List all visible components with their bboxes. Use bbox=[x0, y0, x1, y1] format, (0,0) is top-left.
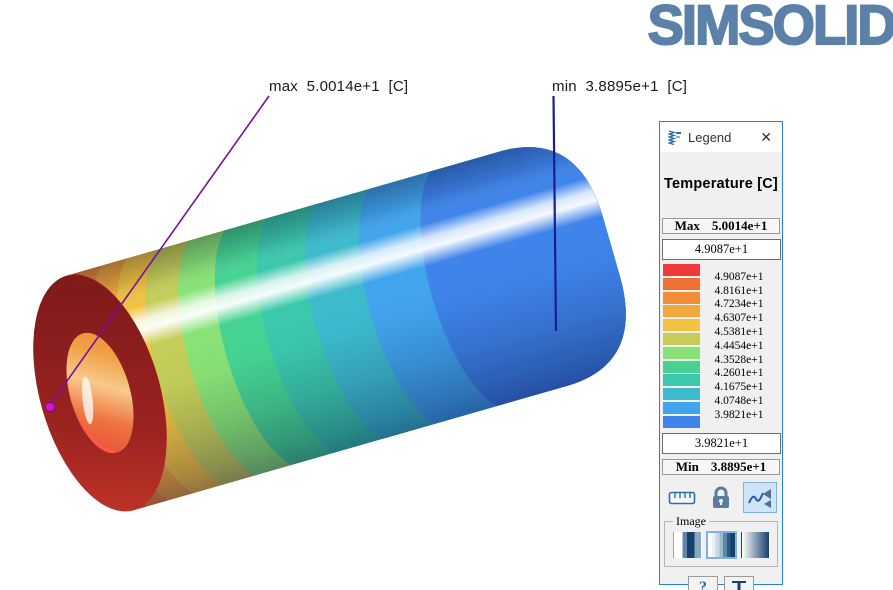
scale-swatch bbox=[663, 292, 700, 304]
ruler-icon bbox=[668, 489, 696, 507]
scale-swatch bbox=[663, 319, 700, 331]
max-annotation: max 5.0014e+1 [C] bbox=[269, 78, 408, 95]
help-label: ? bbox=[699, 579, 707, 590]
legend-color-scale bbox=[663, 264, 700, 430]
scale-swatch bbox=[663, 402, 700, 414]
upper-bound-input[interactable] bbox=[662, 239, 781, 260]
scale-value: 3.9821e+1 bbox=[702, 409, 776, 421]
export-stamp-icon bbox=[729, 579, 749, 590]
legend-panel: Legend ✕ Temperature [C] Max 5.0014e+1 4… bbox=[659, 121, 783, 585]
min-value: 3.8895e+1 bbox=[711, 459, 766, 475]
image-groupbox: Image bbox=[664, 521, 778, 567]
lower-bound-input[interactable] bbox=[662, 433, 781, 454]
legend-titlebar[interactable]: Legend ✕ bbox=[660, 122, 782, 152]
scale-value: 4.5381e+1 bbox=[702, 326, 776, 338]
image-style-discrete-button[interactable] bbox=[673, 532, 702, 558]
scale-swatch bbox=[663, 361, 700, 373]
image-style-banded-button[interactable] bbox=[706, 531, 737, 559]
legend-field-title: Temperature [C] bbox=[660, 176, 782, 192]
scale-value: 4.9087e+1 bbox=[702, 271, 776, 283]
scale-value: 4.0748e+1 bbox=[702, 395, 776, 407]
scale-swatch bbox=[663, 333, 700, 345]
close-icon[interactable]: ✕ bbox=[758, 129, 774, 146]
legend-scale: 4.9087e+1 4.8161e+14.7234e+1 4.6307e+1 4.53… bbox=[662, 264, 780, 428]
scale-swatch bbox=[663, 374, 700, 386]
max-point-marker bbox=[46, 403, 55, 412]
graph-icon bbox=[747, 486, 773, 510]
image-style-smooth-button[interactable] bbox=[741, 532, 770, 558]
graph-button[interactable] bbox=[743, 482, 777, 513]
legend-scale-values: 4.9087e+1 4.8161e+14.7234e+1 4.6307e+1 4.53… bbox=[702, 264, 780, 428]
legend-bottom-bar: ? bbox=[660, 576, 782, 590]
image-group-label: Image bbox=[673, 514, 709, 529]
scale-swatch bbox=[663, 347, 700, 359]
min-annotation: min 3.8895e+1 [C] bbox=[552, 78, 687, 95]
legend-title: Legend bbox=[688, 130, 751, 145]
scale-swatch bbox=[663, 278, 700, 290]
scale-value: 4.6307e+1 bbox=[702, 312, 776, 324]
legend-max-row: Max 5.0014e+1 bbox=[662, 218, 780, 234]
scale-swatch bbox=[663, 264, 700, 276]
help-button[interactable]: ? bbox=[688, 576, 718, 590]
scale-value: 4.8161e+1 bbox=[702, 285, 776, 297]
lock-icon bbox=[710, 486, 732, 510]
scale-value: 4.7234e+1 bbox=[702, 298, 776, 310]
scale-value: 4.4454e+1 bbox=[702, 340, 776, 352]
legend-toolbar bbox=[660, 482, 782, 513]
scale-value: 4.3528e+1 bbox=[702, 354, 776, 366]
scale-swatch bbox=[663, 388, 700, 400]
legend-spring-icon bbox=[668, 129, 681, 146]
min-label: Min bbox=[676, 459, 699, 475]
max-label: Max bbox=[675, 218, 700, 234]
legend-min-row: Min 3.8895e+1 bbox=[662, 459, 780, 475]
export-image-button[interactable] bbox=[724, 576, 754, 590]
simsolid-logo: SIMSOLID bbox=[648, 0, 893, 57]
lock-button[interactable] bbox=[704, 482, 738, 513]
scale-value: 4.1675e+1 bbox=[702, 381, 776, 393]
max-value: 5.0014e+1 bbox=[712, 218, 767, 234]
scale-swatch bbox=[663, 305, 700, 317]
scale-swatch bbox=[663, 416, 700, 428]
scale-value: 4.2601e+1 bbox=[702, 367, 776, 379]
ruler-button[interactable] bbox=[665, 482, 699, 513]
